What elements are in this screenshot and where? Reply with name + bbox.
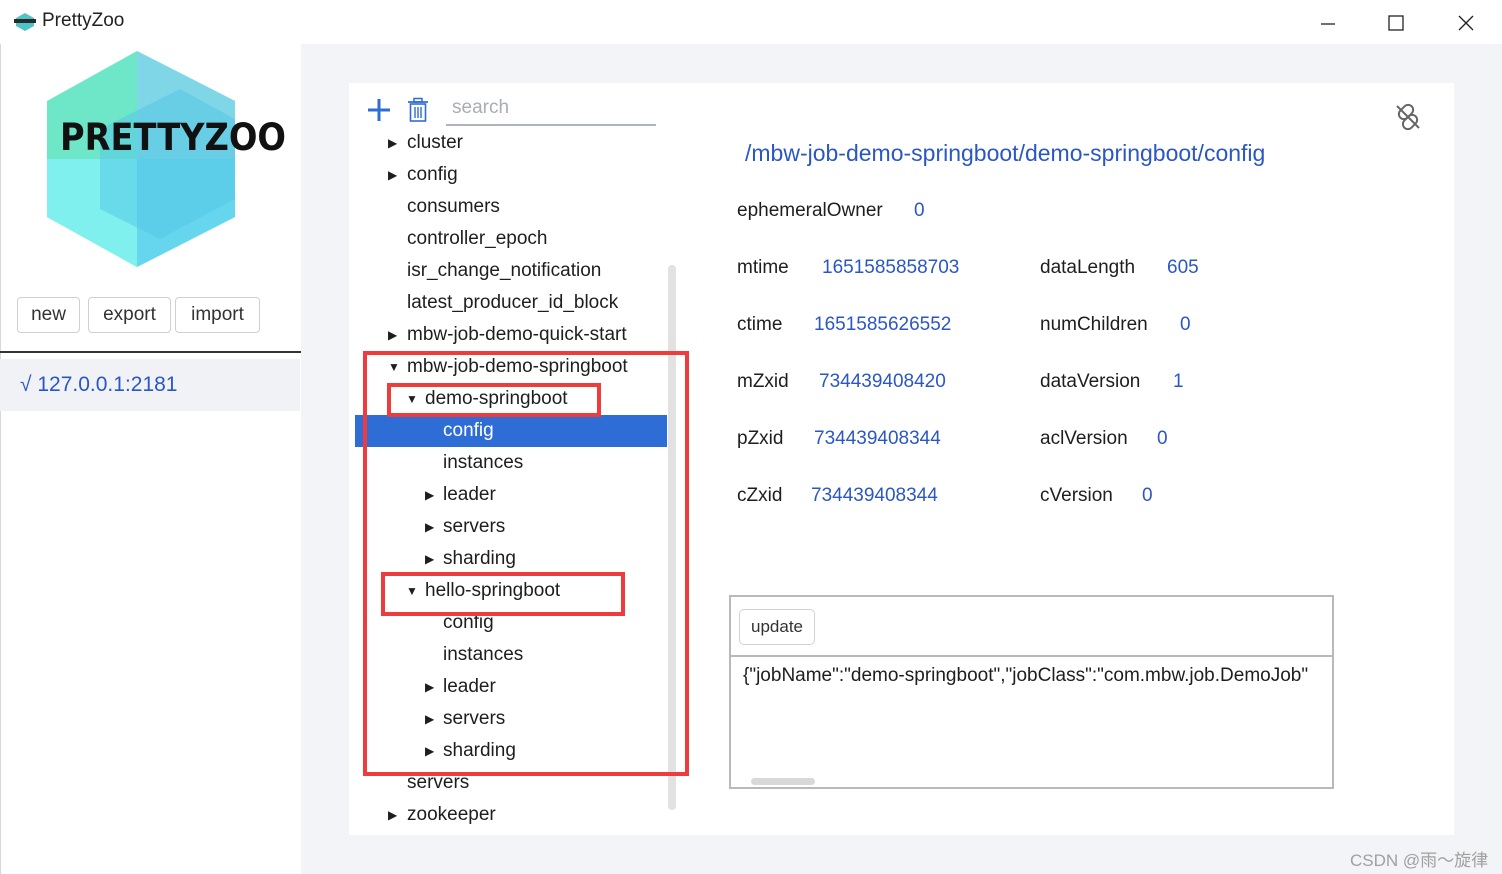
collapse-arrow-icon[interactable]: ▶ [388, 136, 397, 150]
tree-node[interactable]: ▶ config [355, 159, 667, 191]
tree-node-label: zookeeper [407, 804, 496, 825]
acl-version-label: aclVersion [1040, 428, 1128, 449]
tree-node[interactable]: consumers [355, 191, 667, 223]
tree-node[interactable]: ▶ zookeeper [355, 799, 667, 830]
sidebar-divider [0, 351, 301, 353]
close-icon [1458, 15, 1474, 31]
minimize-icon [1321, 23, 1335, 25]
maximize-button[interactable] [1378, 8, 1414, 38]
disconnect-icon[interactable] [1392, 101, 1424, 133]
data-version-label: dataVersion [1040, 371, 1141, 392]
c-version-label: cVersion [1040, 485, 1113, 506]
tree-node-label: controller_epoch [407, 228, 548, 249]
pzxid-value: 734439408344 [814, 428, 941, 449]
close-button[interactable] [1448, 8, 1484, 38]
watermark: CSDN @雨～旋律 [1350, 851, 1489, 870]
tree-node-label: mbw-job-demo-quick-start [407, 324, 627, 345]
tree-node-label: cluster [407, 132, 463, 153]
data-length-value: 605 [1167, 257, 1199, 278]
collapse-arrow-icon[interactable]: ▶ [388, 168, 397, 182]
export-button[interactable]: export [88, 297, 171, 333]
tree-node[interactable]: isr_change_notification [355, 255, 667, 287]
mzxid-label: mZxid [737, 371, 789, 392]
server-item[interactable]: √ 127.0.0.1:2181 [0, 359, 300, 411]
data-version-value: 1 [1173, 371, 1184, 392]
minimize-button[interactable] [1310, 8, 1346, 38]
tree-node[interactable]: ▶ cluster [355, 130, 667, 159]
tree-node[interactable]: ▶ mbw-job-demo-quick-start [355, 319, 667, 351]
title-bar: PrettyZoo [0, 0, 1502, 44]
prettyzoo-logo: PRETTYZOO [47, 51, 286, 267]
collapse-arrow-icon[interactable]: ▶ [388, 328, 397, 342]
ephemeral-owner-label: ephemeralOwner [737, 200, 883, 221]
ctime-label: ctime [737, 314, 783, 335]
app-icon [14, 13, 36, 31]
collapse-arrow-icon[interactable]: ▶ [388, 808, 397, 822]
highlight-box-hello-springboot [381, 572, 625, 616]
czxid-value: 734439408344 [811, 485, 938, 506]
acl-version-value: 0 [1157, 428, 1168, 449]
num-children-value: 0 [1180, 314, 1191, 335]
new-button[interactable]: new [17, 297, 80, 333]
node-path: /mbw-job-demo-springboot/demo-springboot… [745, 140, 1266, 166]
logo-text: PRETTYZOO [60, 116, 286, 159]
czxid-label: cZxid [737, 485, 783, 506]
ctime-value: 1651585626552 [814, 314, 952, 335]
editor-toolbar: update [731, 597, 1332, 657]
editor-scrollbar[interactable] [751, 778, 815, 785]
mtime-value: 1651585858703 [822, 257, 960, 278]
ephemeral-owner-value: 0 [914, 200, 925, 221]
data-length-label: dataLength [1040, 257, 1136, 278]
editor-content[interactable]: {"jobName":"demo-springboot","jobClass":… [743, 665, 1308, 687]
tree-node-label: isr_change_notification [407, 260, 602, 281]
mtime-label: mtime [737, 257, 789, 278]
tree-node-label: latest_producer_id_block [407, 292, 619, 313]
tree-node[interactable]: controller_epoch [355, 223, 667, 255]
data-editor: update {"jobName":"demo-springboot","job… [729, 595, 1334, 789]
import-button[interactable]: import [175, 297, 260, 333]
search-input[interactable] [446, 92, 656, 126]
highlight-box-demo-springboot [387, 383, 601, 417]
c-version-value: 0 [1142, 485, 1153, 506]
update-button[interactable]: update [739, 609, 815, 645]
plus-icon[interactable] [366, 97, 392, 123]
window-title: PrettyZoo [42, 10, 125, 31]
tree-node-label: consumers [407, 196, 500, 217]
pzxid-label: pZxid [737, 428, 784, 449]
maximize-icon [1388, 15, 1404, 31]
server-label: √ 127.0.0.1:2181 [20, 373, 178, 396]
num-children-label: numChildren [1040, 314, 1148, 335]
tree-node-label: config [407, 164, 458, 185]
mzxid-value: 734439408420 [819, 371, 946, 392]
tree-node[interactable]: latest_producer_id_block [355, 287, 667, 319]
trash-icon[interactable] [405, 97, 431, 123]
